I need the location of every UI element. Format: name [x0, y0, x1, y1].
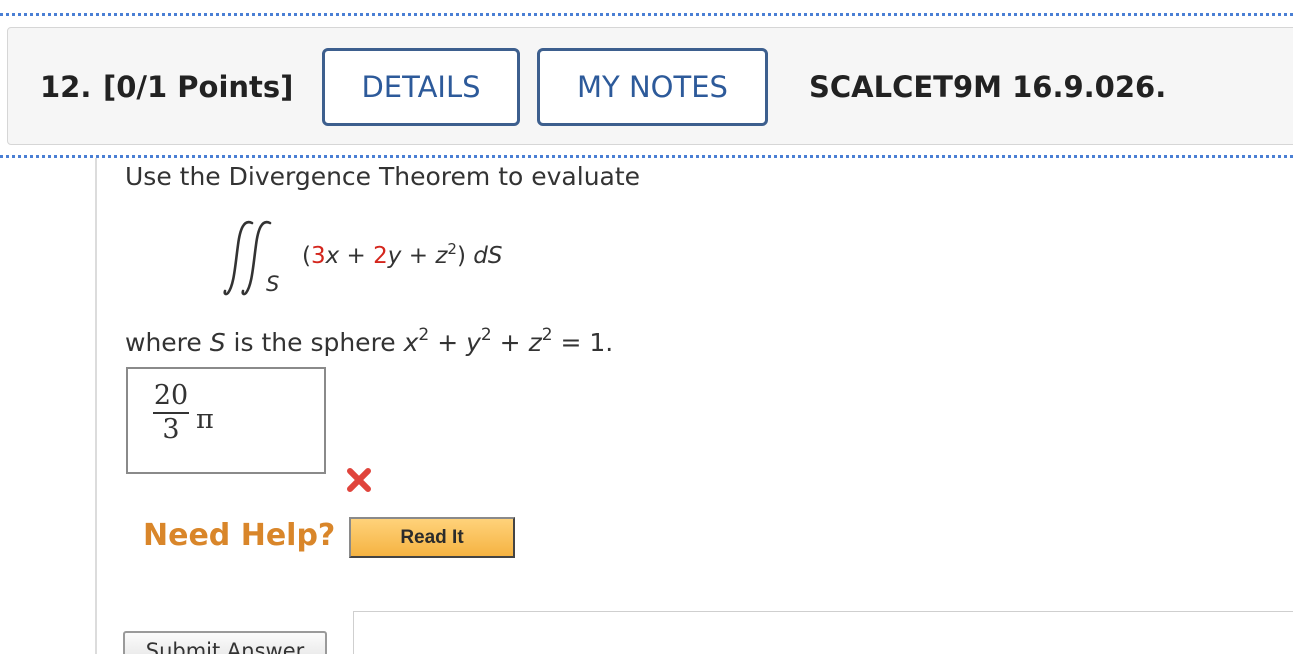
where-text: is the sphere: [225, 328, 404, 357]
response-panel: [353, 611, 1293, 654]
read-it-button[interactable]: Read It: [349, 517, 515, 558]
plus-sign: +: [339, 243, 374, 269]
my-notes-button[interactable]: MY NOTES: [537, 48, 768, 126]
plus-sign: +: [401, 243, 436, 269]
exponent: 2: [480, 325, 492, 345]
question-number: 12.: [40, 70, 92, 104]
question-header-divider: [0, 155, 1293, 158]
submit-answer-button[interactable]: Submit Answer: [123, 631, 327, 654]
variable-z: z: [528, 328, 542, 357]
answer-denominator: 3: [162, 414, 180, 445]
differential: dS: [465, 243, 503, 269]
answer-fraction: 20 3: [152, 380, 190, 446]
coefficient-x: 3: [310, 243, 326, 269]
variable-x: x: [403, 328, 419, 357]
integrand-open-paren: (: [302, 243, 311, 269]
plus-sign: +: [491, 328, 529, 357]
x-mark-icon: [347, 468, 371, 492]
question-top-divider: [0, 13, 1293, 16]
question-points: [0/1 Points]: [103, 70, 294, 104]
need-help-label: Need Help?: [143, 518, 336, 553]
sphere-condition: where S is the sphere x2 + y2 + z2 = 1.: [125, 325, 613, 357]
exponent: 2: [447, 240, 457, 258]
integrand-close-paren: ): [456, 243, 466, 269]
problem-prompt: Use the Divergence Theorem to evaluate: [125, 162, 641, 191]
answer-numerator: 20: [153, 380, 189, 411]
answer-pi: π: [196, 404, 214, 435]
exponent: 2: [418, 325, 430, 345]
coefficient-y: 2: [373, 243, 388, 269]
where-text: where: [125, 328, 210, 357]
exponent: 2: [541, 325, 553, 345]
integrand-expression: (3x + 2y + z2) dS: [302, 240, 502, 269]
details-button[interactable]: DETAILS: [322, 48, 520, 126]
question-body-rule: [95, 158, 97, 654]
variable-x: x: [325, 243, 340, 269]
integral-subscript: S: [266, 272, 280, 296]
surface-symbol: S: [209, 328, 226, 357]
variable-y: y: [387, 243, 402, 269]
question-code: SCALCET9M 16.9.026.: [809, 70, 1167, 104]
plus-sign: +: [429, 328, 467, 357]
variable-y: y: [466, 328, 481, 357]
equals-one: = 1.: [552, 328, 614, 357]
question-page: 12. [0/1 Points] DETAILS MY NOTES SCALCE…: [0, 0, 1293, 654]
variable-z: z: [435, 243, 448, 269]
